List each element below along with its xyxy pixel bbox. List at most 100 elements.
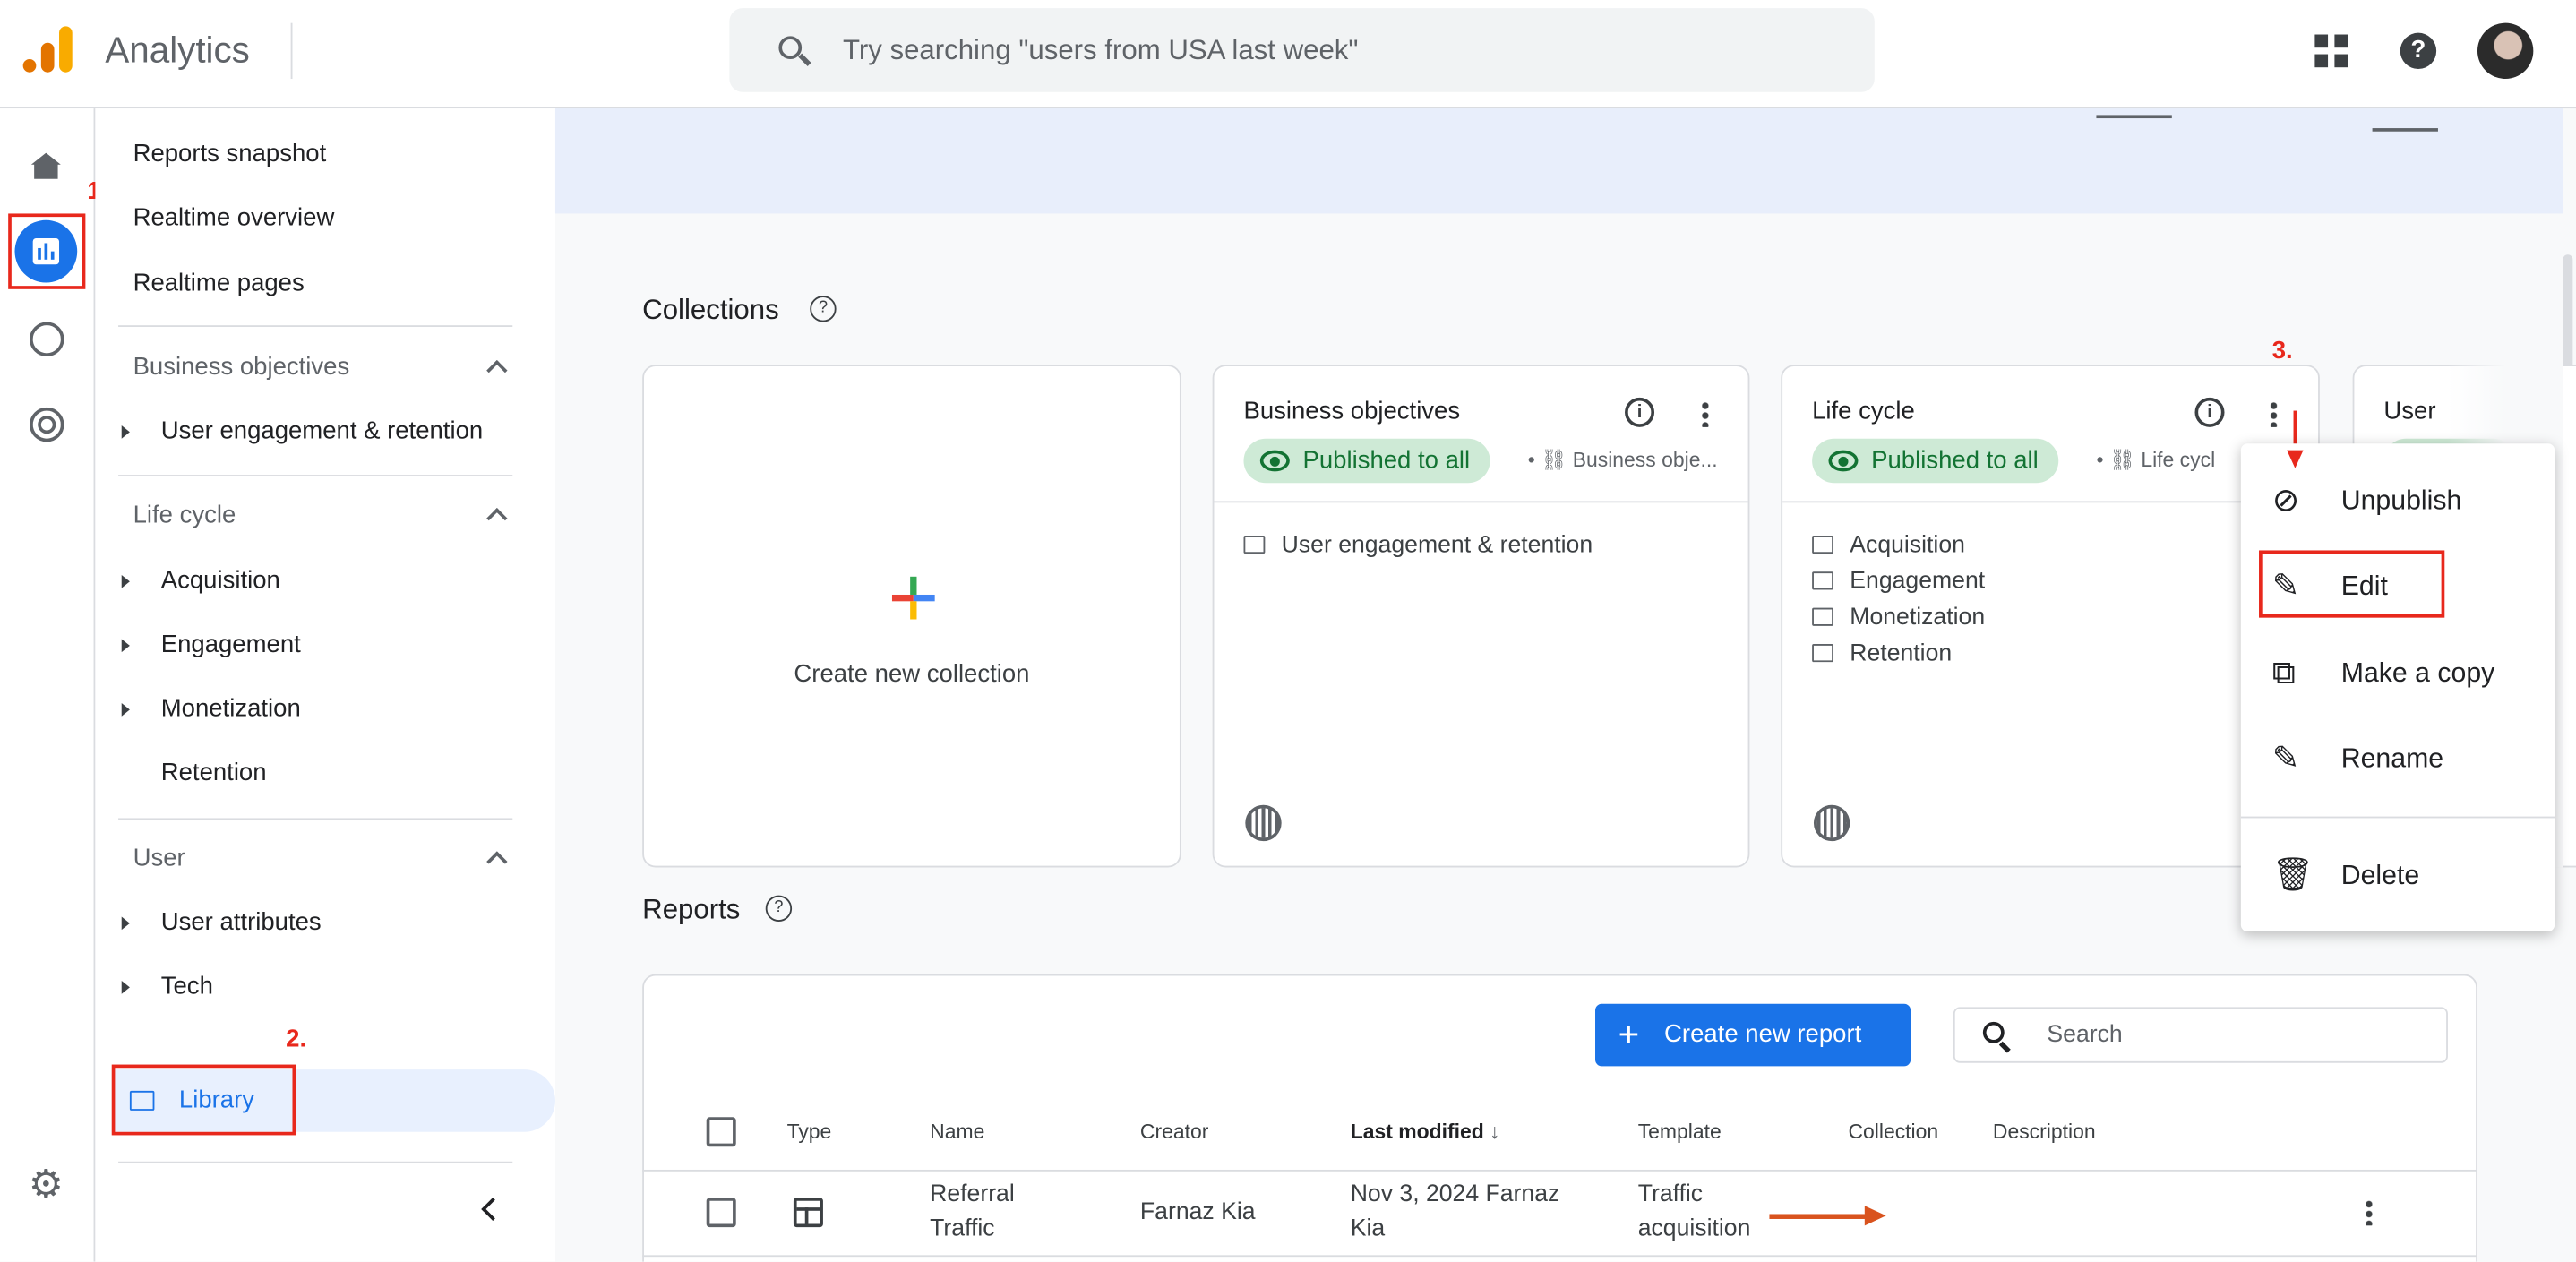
nav-realtime-overview[interactable]: Realtime overview (133, 203, 335, 231)
nav-tech[interactable]: Tech (161, 973, 213, 1000)
app-name: Analytics (105, 30, 250, 71)
nav-user-engagement-retention[interactable]: User engagement & retention (161, 417, 483, 445)
column-header-description[interactable]: Description (1993, 1120, 2096, 1144)
collections-help-icon[interactable]: ? (810, 296, 837, 322)
column-header-creator[interactable]: Creator (1140, 1120, 1208, 1144)
chevron-up-icon[interactable] (486, 851, 508, 872)
nav-reports-snapshot[interactable]: Reports snapshot (133, 140, 327, 167)
collapse-nav-chevron-icon[interactable] (481, 1198, 505, 1221)
step3-label: 3. (2271, 337, 2293, 365)
expand-triangle-icon[interactable] (121, 639, 130, 653)
analytics-logo-icon (22, 26, 73, 75)
top-header: Analytics Try searching "users from USA … (0, 0, 2576, 109)
column-header-template[interactable]: Template (1638, 1120, 1722, 1144)
row-checkbox[interactable] (706, 1198, 736, 1228)
explore-icon[interactable] (30, 322, 64, 357)
report-template: Traffic acquisition (1637, 1180, 1751, 1242)
info-icon[interactable]: i (2194, 397, 2225, 427)
nav-divider (118, 475, 513, 476)
nav-section-business-objectives[interactable]: Business objectives (133, 353, 350, 381)
settings-icon[interactable]: ⚙ (28, 1165, 64, 1205)
folder-item: Engagement (1812, 569, 1985, 595)
home-icon[interactable] (30, 152, 61, 179)
nav-divider (118, 1161, 513, 1163)
nav-section-life-cycle[interactable]: Life cycle (133, 501, 236, 528)
column-header-name[interactable]: Name (930, 1120, 984, 1144)
info-icon[interactable]: i (1625, 397, 1655, 427)
template-link: • ⛓ Life cycl (2096, 448, 2216, 472)
chevron-up-icon[interactable] (486, 508, 508, 529)
reports-search-input[interactable]: Search (1953, 1007, 2448, 1063)
unpublish-icon: ⊘ (2271, 483, 2300, 519)
collection-card-business-objectives[interactable]: Business objectives i Published to all •… (1212, 365, 1750, 868)
shared-globe-icon (1245, 804, 1282, 842)
card-title: User (2383, 397, 2436, 426)
nav-realtime-pages[interactable]: Realtime pages (133, 270, 305, 297)
expand-triangle-icon[interactable] (121, 574, 130, 588)
reports-help-icon[interactable]: ? (765, 895, 793, 922)
column-header-type[interactable]: Type (787, 1120, 832, 1144)
folder-item: User engagement & retention (1243, 532, 1593, 559)
menu-item-rename[interactable]: Rename (2341, 744, 2443, 776)
report-creator: Farnaz Kia (1139, 1198, 1256, 1226)
step3-arrowhead (2287, 450, 2304, 468)
folder-item: Acquisition (1812, 532, 1965, 559)
column-header-collection[interactable]: Collection (1848, 1120, 1938, 1144)
search-placeholder: Search (2047, 1021, 2123, 1049)
expand-triangle-icon[interactable] (121, 981, 130, 994)
folder-icon (1243, 535, 1266, 554)
menu-item-make-copy[interactable]: Make a copy (2341, 659, 2495, 691)
nav-divider (118, 818, 513, 820)
select-all-checkbox[interactable] (706, 1117, 736, 1147)
menu-item-unpublish[interactable]: Unpublish (2341, 486, 2462, 518)
sort-down-arrow-icon: ↓ (1490, 1120, 1500, 1144)
collection-card-life-cycle[interactable]: Life cycle i Published to all • ⛓ Life c… (1781, 365, 2320, 868)
menu-item-delete[interactable]: Delete (2341, 861, 2419, 892)
search-icon-handle (798, 53, 811, 66)
shared-globe-icon (1813, 804, 1850, 842)
status-badge: Published to all (1812, 438, 2058, 484)
nav-section-user[interactable]: User (133, 845, 185, 872)
folder-icon (1812, 607, 1833, 626)
step1-highlight (8, 213, 86, 289)
step2-label: 2. (286, 1025, 307, 1053)
more-vert-icon[interactable] (2270, 400, 2278, 427)
expand-triangle-icon[interactable] (121, 916, 130, 931)
copy-icon: ⧉ (2271, 655, 2296, 692)
folder-icon (1812, 571, 1833, 590)
apps-grid-icon[interactable] (2314, 34, 2348, 68)
nav-user-attributes[interactable]: User attributes (161, 908, 322, 936)
eye-icon (1259, 450, 1290, 472)
delete-trash-icon: 🗑 (2271, 857, 2314, 894)
annotation-orange-arrow (1769, 1214, 1868, 1219)
folder-item: Retention (1812, 640, 1952, 667)
banner (554, 108, 2563, 214)
help-icon[interactable]: ? (2400, 32, 2437, 70)
expand-triangle-icon[interactable] (121, 425, 130, 439)
folder-icon (1812, 535, 1833, 554)
nav-acquisition[interactable]: Acquisition (161, 567, 280, 595)
expand-triangle-icon[interactable] (121, 703, 130, 717)
reports-nav: Reports snapshot Realtime overview Realt… (95, 108, 555, 1262)
user-avatar[interactable] (2477, 22, 2534, 80)
nav-divider (118, 325, 513, 328)
create-new-report-button[interactable]: + Create new report (1595, 1003, 1911, 1067)
report-name[interactable]: Referral Traffic (930, 1178, 1061, 1247)
nav-engagement[interactable]: Engagement (161, 631, 301, 658)
chevron-up-icon[interactable] (486, 359, 508, 382)
rename-pencil-icon: ✎ (2271, 741, 2300, 777)
report-type-table-icon (793, 1198, 823, 1228)
column-header-last-modified[interactable]: Last modified ↓ (1351, 1120, 1500, 1144)
folder-item: Monetization (1812, 605, 1985, 631)
search-bar[interactable]: Try searching "users from USA last week" (729, 8, 1875, 92)
menu-divider (2240, 816, 2555, 819)
collection-context-menu: ⊘ Unpublish ✎ Edit ⧉ Make a copy ✎ Renam… (2240, 443, 2555, 931)
left-rail: ⚙ (0, 108, 96, 1262)
nav-monetization[interactable]: Monetization (161, 695, 301, 723)
more-vert-icon[interactable] (1702, 400, 1709, 427)
plus-icon: + (1618, 1013, 1640, 1055)
row-more-vert-icon[interactable] (2366, 1198, 2373, 1226)
advertising-icon[interactable] (30, 407, 64, 442)
create-collection-card[interactable]: Create new collection (642, 365, 1181, 868)
nav-retention[interactable]: Retention (161, 759, 267, 786)
